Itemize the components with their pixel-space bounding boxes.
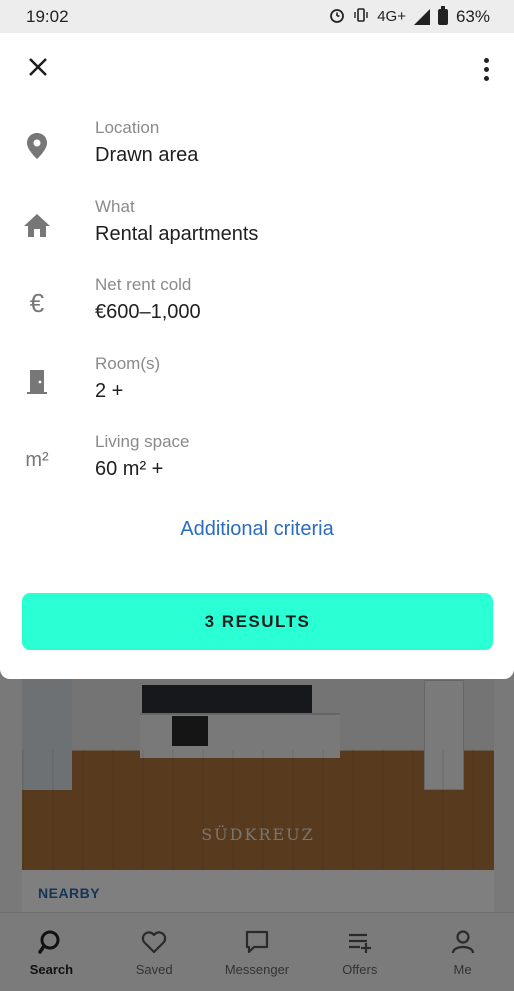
vibrate-icon <box>353 7 369 27</box>
close-button[interactable] <box>22 53 54 85</box>
house-icon <box>22 210 52 240</box>
more-vertical-icon <box>483 57 489 63</box>
more-options-button[interactable] <box>474 53 498 85</box>
criteria-rooms[interactable]: Room(s) 2 + <box>0 354 514 424</box>
battery-icon <box>437 5 448 25</box>
close-icon <box>28 57 48 82</box>
sheet-header <box>0 33 514 103</box>
criteria-label: Net rent cold <box>95 275 192 294</box>
criteria-what[interactable]: What Rental apartments <box>0 197 514 267</box>
criteria-label: What <box>95 197 135 216</box>
show-results-button[interactable]: 3 RESULTS <box>22 593 493 650</box>
criteria-value: 2 + <box>95 380 124 402</box>
search-criteria-sheet: Location Drawn area What Rental apartmen… <box>0 33 514 679</box>
additional-criteria-link[interactable]: Additional criteria <box>0 518 514 541</box>
alarm-icon <box>329 7 345 27</box>
criteria-value: Rental apartments <box>95 223 259 245</box>
euro-icon: € <box>29 287 45 318</box>
criteria-label: Living space <box>95 432 190 451</box>
criteria-value: Drawn area <box>95 144 199 166</box>
criteria-location[interactable]: Location Drawn area <box>0 118 514 188</box>
criteria-living-space[interactable]: m² Living space 60 m² + <box>0 432 514 502</box>
door-icon <box>22 367 52 397</box>
square-meter-icon: m² <box>25 448 49 471</box>
criteria-value: 60 m² + <box>95 458 164 480</box>
criteria-rent[interactable]: € Net rent cold €600–1,000 <box>0 275 514 345</box>
criteria-label: Room(s) <box>95 354 161 373</box>
criteria-label: Location <box>95 118 160 137</box>
signal-icon <box>413 8 430 25</box>
status-time: 19:02 <box>26 6 69 26</box>
battery-percent: 63% <box>455 6 490 26</box>
status-bar: 19:02 4G+ 63% <box>0 0 514 33</box>
network-type: 4G+ <box>377 8 406 25</box>
location-pin-icon <box>22 131 52 161</box>
criteria-value: €600–1,000 <box>95 301 201 323</box>
